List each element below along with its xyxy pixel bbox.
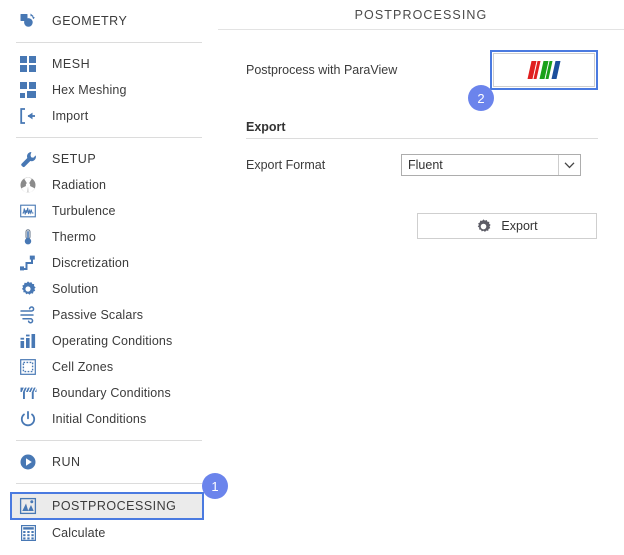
export-section-title: Export — [246, 120, 286, 134]
postprocess-with-paraview-button[interactable] — [493, 53, 595, 87]
sidebar-item-operating-conditions[interactable]: Operating Conditions — [0, 328, 218, 354]
panel-header: POSTPROCESSING — [218, 0, 624, 30]
page-title: POSTPROCESSING — [354, 7, 488, 22]
main-panel: POSTPROCESSING Postprocess with ParaView — [218, 0, 624, 555]
turbulence-icon — [16, 200, 40, 222]
step-badge-1: 1 — [202, 473, 228, 499]
hex-meshing-icon — [16, 79, 40, 101]
cell-zones-icon — [16, 356, 40, 378]
sidebar-item-label: Radiation — [52, 178, 107, 192]
sidebar-item-boundary-conditions[interactable]: Boundary Conditions — [0, 380, 218, 406]
chevron-down-icon[interactable] — [558, 155, 580, 175]
sidebar-item-cell-zones[interactable]: Cell Zones — [0, 354, 218, 380]
sidebar-item-thermo[interactable]: Thermo — [0, 224, 218, 250]
sidebar-divider — [16, 440, 202, 441]
sidebar-item-label: Hex Meshing — [52, 83, 127, 97]
sidebar-item-label: RUN — [52, 455, 81, 469]
passive-scalars-icon — [16, 304, 40, 326]
sidebar-item-discretization[interactable]: Discretization — [0, 250, 218, 276]
bar-chart-icon — [16, 330, 40, 352]
sidebar-item-label: Thermo — [52, 230, 96, 244]
sidebar-item-hex-meshing[interactable]: Hex Meshing — [0, 77, 218, 103]
geometry-icon — [16, 10, 40, 32]
application-window: GEOMETRY MESH Hex Meshing Import SETUP R… — [0, 0, 624, 555]
import-icon — [16, 105, 40, 127]
sidebar-item-label: Operating Conditions — [52, 334, 173, 348]
play-icon — [16, 451, 40, 473]
discretization-icon — [16, 252, 40, 274]
sidebar-item-label: Discretization — [52, 256, 130, 270]
wrench-icon — [16, 148, 40, 170]
sidebar-item-label: SETUP — [52, 152, 97, 166]
postprocessing-icon — [16, 495, 40, 517]
sidebar-item-label: Passive Scalars — [52, 308, 144, 322]
sidebar-divider — [16, 483, 202, 484]
sidebar-item-label: Turbulence — [52, 204, 116, 218]
export-section-divider — [246, 138, 598, 139]
sidebar-item-label: Calculate — [52, 526, 106, 540]
sidebar-item-label: Solution — [52, 282, 99, 296]
sidebar-item-calculate[interactable]: Calculate — [0, 520, 218, 546]
sidebar-item-setup[interactable]: SETUP — [0, 146, 218, 172]
sidebar-item-import[interactable]: Import — [0, 103, 218, 129]
postprocess-paraview-label: Postprocess with ParaView — [246, 63, 398, 77]
power-icon — [16, 408, 40, 430]
sidebar-item-geometry[interactable]: GEOMETRY — [0, 8, 218, 34]
panel-body: Postprocess with ParaView Export Export … — [218, 44, 624, 239]
mesh-icon — [16, 53, 40, 75]
sidebar-item-mesh[interactable]: MESH — [0, 51, 218, 77]
postprocess-paraview-row: Postprocess with ParaView — [246, 44, 598, 96]
sidebar-item-label: Import — [52, 109, 89, 123]
export-button-label: Export — [501, 219, 538, 233]
sidebar-item-solution[interactable]: Solution — [0, 276, 218, 302]
export-format-row: Export Format Fluent — [246, 153, 598, 177]
sidebar-item-label: Boundary Conditions — [52, 386, 171, 400]
step-badge-2: 2 — [468, 85, 494, 111]
calculator-icon — [16, 522, 40, 544]
gear-icon — [16, 278, 40, 300]
export-format-select[interactable]: Fluent — [401, 154, 581, 176]
sidebar-navigation: GEOMETRY MESH Hex Meshing Import SETUP R… — [0, 0, 232, 555]
sidebar-item-radiation[interactable]: Radiation — [0, 172, 218, 198]
sidebar-divider — [16, 42, 202, 43]
sidebar-item-run[interactable]: RUN — [0, 449, 218, 475]
boundary-conditions-icon — [16, 382, 40, 404]
export-button[interactable]: Export — [417, 213, 597, 239]
sidebar-item-label: Cell Zones — [52, 360, 114, 374]
paraview-logo-icon — [524, 59, 564, 81]
export-format-value: Fluent — [408, 158, 443, 172]
sidebar-item-label: POSTPROCESSING — [52, 499, 177, 513]
export-button-row: Export — [246, 213, 598, 239]
sidebar-item-passive-scalars[interactable]: Passive Scalars — [0, 302, 218, 328]
sidebar-item-label: Initial Conditions — [52, 412, 147, 426]
sidebar-item-label: MESH — [52, 57, 91, 71]
paraview-button-highlight — [490, 50, 598, 90]
sidebar-item-initial-conditions[interactable]: Initial Conditions — [0, 406, 218, 432]
sidebar-item-turbulence[interactable]: Turbulence — [0, 198, 218, 224]
export-format-label: Export Format — [246, 158, 326, 172]
thermometer-icon — [16, 226, 40, 248]
sidebar-divider — [16, 137, 202, 138]
gear-icon — [476, 218, 492, 234]
sidebar-item-label: GEOMETRY — [52, 14, 128, 28]
sidebar-item-postprocessing[interactable]: POSTPROCESSING — [10, 492, 204, 520]
radiation-icon — [16, 174, 40, 196]
